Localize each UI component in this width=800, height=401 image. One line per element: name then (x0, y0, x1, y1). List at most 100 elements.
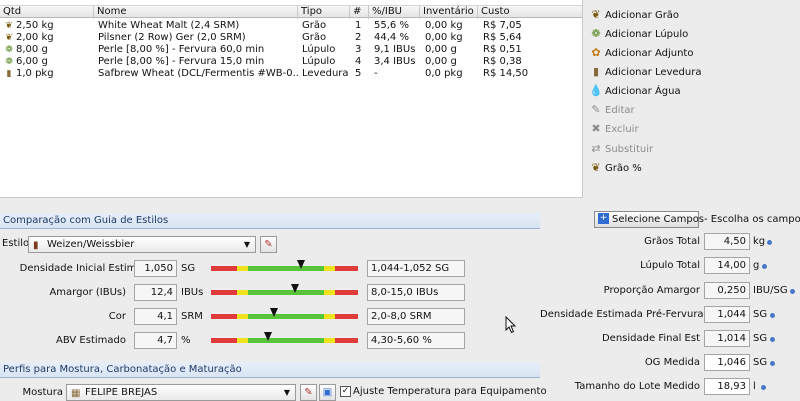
add-adjunct-label: Adicionar Adjunto (605, 48, 694, 59)
cell-num: 1 (355, 20, 362, 31)
style-guide-button[interactable]: ✎ (260, 236, 277, 253)
cell-inventario: 0,00 g (425, 56, 457, 67)
cell-inventario: 0,0 pkg (425, 68, 463, 79)
mash-select[interactable]: ▦ FELIPE BREJAS ▼ (66, 384, 296, 401)
delete-button[interactable]: ✖ Excluir (589, 121, 639, 137)
select-fields-hint: - Escolha os campos (704, 214, 800, 225)
delete-label: Excluir (605, 124, 639, 135)
cell-tipo: Lúpulo (302, 56, 336, 67)
cell-nome: Perle [8,00 %] - Fervura 15,0 min (98, 56, 265, 67)
save-icon: ▣ (322, 387, 333, 398)
cell-ibu: 3,4 IBUs (374, 56, 416, 67)
field-value: 1,044 (704, 306, 750, 323)
chevron-down-icon: ▼ (283, 388, 290, 397)
mash-label: Mostura (22, 387, 63, 398)
cell-num: 2 (355, 32, 362, 43)
field-value: 14,00 (704, 257, 750, 274)
measured-og-input[interactable]: 1,046 (704, 354, 750, 371)
column-header-custo[interactable]: Custo (478, 6, 582, 19)
table-row[interactable]: ❦ 2,50 kg White Wheat Malt (2,4 SRM) Grã… (0, 20, 582, 32)
delete-icon: ✖ (591, 122, 601, 135)
mouse-cursor-icon (505, 316, 517, 334)
column-header-inventario[interactable]: Inventário (420, 6, 478, 19)
metric-marker (296, 260, 305, 269)
field-unit: SG (753, 357, 768, 368)
info-dot-icon (761, 385, 766, 390)
adjust-temperature-checkbox[interactable]: ✓ (340, 386, 351, 397)
cell-nome: Perle [8,00 %] - Fervura 60,0 min (98, 44, 265, 55)
column-header-ibu[interactable]: %/IBU (369, 6, 420, 19)
cell-nome: White Wheat Malt (2,4 SRM) (98, 20, 240, 31)
cell-custo: R$ 14,50 (483, 68, 529, 79)
cell-nome: Safbrew Wheat (DCL/Fermentis #WB-0... (98, 68, 298, 79)
style-select[interactable]: ▮ Weizen/Weissbier ▼ (28, 236, 256, 253)
metric-value: 4,7 (134, 332, 177, 349)
cell-qtd: 8,00 g (16, 44, 48, 55)
mash-edit-icon: ✎ (304, 387, 313, 398)
cell-custo: R$ 0,51 (483, 44, 522, 55)
cell-ibu: 44,4 % (374, 32, 409, 43)
metric-range: 8,0-15,0 IBUs (367, 284, 465, 301)
metric-label: ABV Estimado (56, 335, 126, 346)
replace-button[interactable]: ⇄ Substituir (589, 141, 653, 157)
grain-percent-icon: ❦ (591, 161, 601, 174)
field-label: Densidade Final Est (601, 333, 700, 344)
measured-batch-size-input[interactable]: 18,93 (704, 378, 750, 395)
cell-inventario: 0,00 kg (425, 32, 463, 43)
table-row[interactable]: ❁ 6,00 g Perle [8,00 %] - Fervura 15,0 m… (0, 56, 582, 68)
field-unit: kg (753, 236, 766, 247)
field-unit: SG (753, 333, 768, 344)
field-value: 0,250 (704, 282, 750, 299)
cell-qtd: 2,00 kg (16, 32, 54, 43)
column-header-nome[interactable]: Nome (94, 6, 298, 19)
table-row[interactable]: ❁ 8,00 g Perle [8,00 %] - Fervura 60,0 m… (0, 44, 582, 56)
cell-num: 5 (355, 68, 362, 79)
metric-unit: % (181, 335, 191, 346)
edit-button[interactable]: ✎ Editar (589, 102, 634, 118)
grain-percent-button[interactable]: ❦ Grão % (589, 160, 641, 176)
add-grain-button[interactable]: ❦ Adicionar Grão (589, 7, 679, 23)
table-row[interactable]: ▮ 1,0 pkg Safbrew Wheat (DCL/Fermentis #… (0, 68, 582, 80)
field-unit: g (753, 260, 760, 271)
replace-label: Substituir (605, 144, 654, 155)
column-header-tipo[interactable]: Tipo (298, 6, 350, 19)
info-dot-icon (767, 240, 772, 245)
metric-value: 12,4 (134, 284, 177, 301)
water-drop-icon: 💧 (589, 84, 603, 97)
beer-glass-icon: ▮ (33, 240, 39, 251)
cell-qtd: 1,0 pkg (16, 68, 54, 79)
mash-save-button[interactable]: ▣ (319, 384, 336, 401)
add-hop-button[interactable]: ❁ Adicionar Lúpulo (589, 26, 688, 42)
add-water-button[interactable]: 💧 Adicionar Água (589, 83, 680, 99)
hop-icon: ❁ (591, 27, 601, 40)
table-header: Qtd Nome Tipo # %/IBU Inventário Custo (0, 5, 582, 19)
metric-unit: IBUs (181, 287, 204, 298)
field-unit: SG (753, 309, 768, 320)
metric-marker (290, 284, 299, 293)
metric-marker (264, 332, 273, 341)
info-dot-icon (770, 313, 775, 318)
style-guide-icon: ✎ (264, 239, 273, 250)
edit-icon: ✎ (591, 103, 601, 116)
table-row[interactable]: ❦ 2,00 kg Pilsner (2 Row) Ger (2,0 SRM) … (0, 32, 582, 44)
cell-inventario: 0,00 g (425, 44, 457, 55)
field-label: Grãos Total (644, 236, 700, 247)
column-header-num[interactable]: # (350, 6, 369, 19)
info-dot-icon (762, 264, 767, 269)
adjunct-icon: ✿ (591, 46, 601, 59)
info-dot-icon (770, 337, 775, 342)
add-yeast-button[interactable]: ▮ Adicionar Levedura (589, 64, 702, 80)
field-label: Densidade Estimada Pré-Fervura (540, 309, 704, 320)
mash-select-value: FELIPE BREJAS (85, 387, 158, 398)
cell-custo: R$ 0,38 (483, 56, 522, 67)
metric-range-bar (211, 284, 358, 295)
column-header-qtd[interactable]: Qtd (0, 6, 94, 19)
mash-tun-icon: ▦ (71, 388, 81, 399)
cell-tipo: Lúpulo (302, 44, 336, 55)
mash-edit-button[interactable]: ✎ (300, 384, 317, 401)
select-fields-button[interactable]: + Selecione Campos (594, 211, 704, 228)
cell-tipo: Grão (302, 32, 327, 43)
add-adjunct-button[interactable]: ✿ Adicionar Adjunto (589, 45, 693, 61)
cell-qtd: 2,50 kg (16, 20, 54, 31)
metric-range-bar (211, 260, 358, 271)
